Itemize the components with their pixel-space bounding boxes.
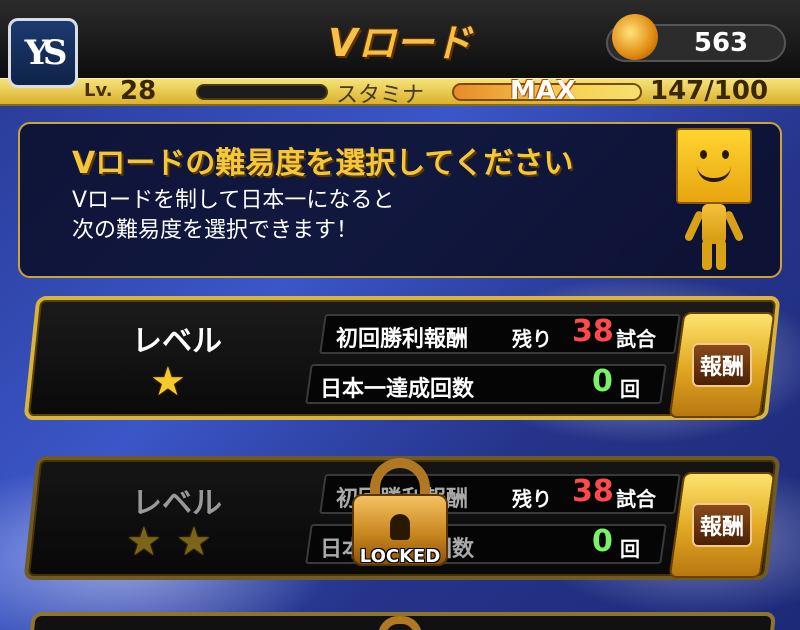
reward-button-label: 報酬 <box>691 343 752 387</box>
champion-label: 日本一達成回数 <box>320 377 475 402</box>
team-logo-button[interactable]: YS <box>8 18 78 88</box>
reward-button[interactable]: 報酬 <box>668 472 776 578</box>
coin-value: 563 <box>693 28 749 58</box>
reward-button[interactable]: 報酬 <box>668 312 776 418</box>
keyhole-icon <box>390 514 410 540</box>
mascot-leg <box>716 240 726 270</box>
champion-value: 0 <box>592 524 613 559</box>
remaining-word: 残り <box>512 327 552 351</box>
mascot-body <box>702 204 726 244</box>
remaining-unit: 試合 <box>616 327 656 351</box>
remaining-unit: 試合 <box>616 487 656 511</box>
remaining-word: 残り <box>512 487 552 511</box>
info-body: Vロードを制して日本一になると 次の難易度を選択できます！ <box>72 188 395 243</box>
level-label: Lv. <box>84 80 113 101</box>
info-title: Vロードの難易度を選択してください <box>72 146 574 181</box>
star-icon: ★ <box>126 519 162 565</box>
exp-bar <box>196 84 328 100</box>
fire-ball-icon <box>612 14 658 60</box>
champion-unit: 回 <box>620 377 640 401</box>
stamina-label: スタミナ <box>336 83 425 108</box>
star-icon: ★ <box>150 359 186 405</box>
remaining-value: 38 <box>572 314 614 349</box>
remaining-value: 38 <box>572 474 614 509</box>
mascot-leg <box>702 240 712 270</box>
mascot-eye <box>700 150 707 159</box>
stamina-max-label: MAX <box>510 76 577 106</box>
locked-label: LOCKED <box>359 546 441 567</box>
star-icon: ★ <box>176 519 212 565</box>
level-card-label: レベル <box>132 486 222 521</box>
champion-unit: 回 <box>620 537 640 561</box>
reward-button-label: 報酬 <box>691 503 752 547</box>
level-card-label: レベル <box>132 324 222 359</box>
first-win-label: 初回勝利報酬 <box>336 327 469 352</box>
stamina-value: 147/100 <box>650 76 769 106</box>
level-value: 28 <box>120 76 157 106</box>
mascot-eye <box>722 150 729 159</box>
champion-value: 0 <box>592 364 613 399</box>
